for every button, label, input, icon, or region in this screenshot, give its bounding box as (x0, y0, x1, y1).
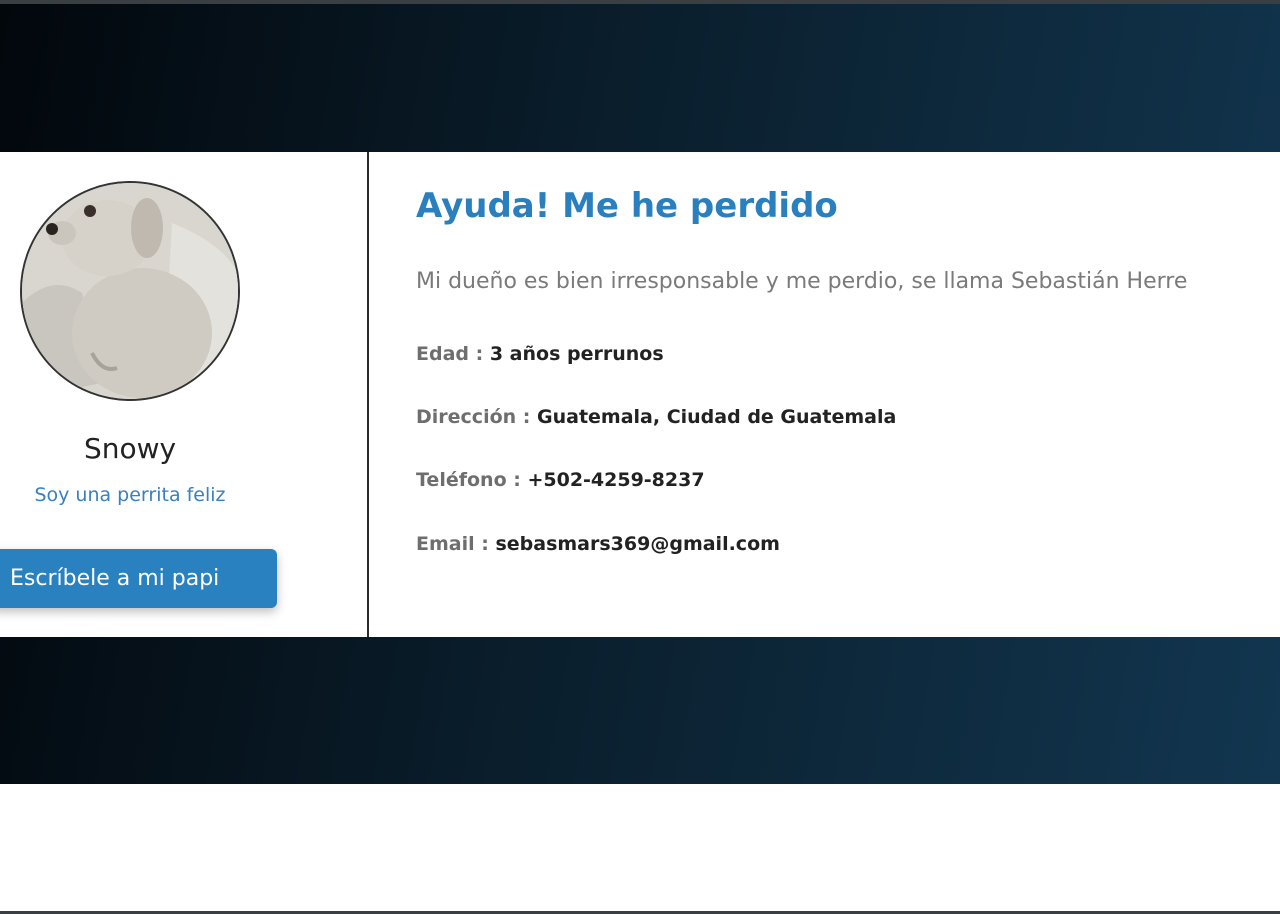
address-label: Dirección : (416, 406, 537, 428)
dog-photo-icon (22, 183, 238, 399)
avatar (20, 181, 240, 401)
age-row: Edad : 3 años perrunos (416, 343, 664, 365)
contact-owner-button[interactable]: Escríbele a mi papi (0, 549, 277, 608)
email-value: sebasmars369@gmail.com (495, 533, 780, 555)
age-value: 3 años perrunos (489, 343, 664, 365)
age-label: Edad : (416, 343, 490, 365)
phone-label: Teléfono : (416, 469, 528, 491)
profile-card: Snowy Soy una perrita feliz Escríbele a … (0, 152, 1280, 637)
page-title: Ayuda! Me he perdido (416, 186, 838, 226)
details-panel: Ayuda! Me he perdido Mi dueño es bien ir… (371, 152, 1280, 637)
pet-tagline: Soy una perrita feliz (34, 484, 226, 506)
description-text: Mi dueño es bien irresponsable y me perd… (416, 269, 1188, 294)
email-row: Email : sebasmars369@gmail.com (416, 533, 780, 555)
address-row: Dirección : Guatemala, Ciudad de Guatema… (416, 406, 896, 428)
email-label: Email : (416, 533, 496, 555)
pet-name: Snowy (83, 432, 177, 465)
address-value: Guatemala, Ciudad de Guatemala (537, 406, 897, 428)
phone-row: Teléfono : +502-4259-8237 (416, 469, 705, 491)
profile-sidebar: Snowy Soy una perrita feliz Escríbele a … (0, 152, 369, 637)
phone-value: +502-4259-8237 (527, 469, 705, 491)
